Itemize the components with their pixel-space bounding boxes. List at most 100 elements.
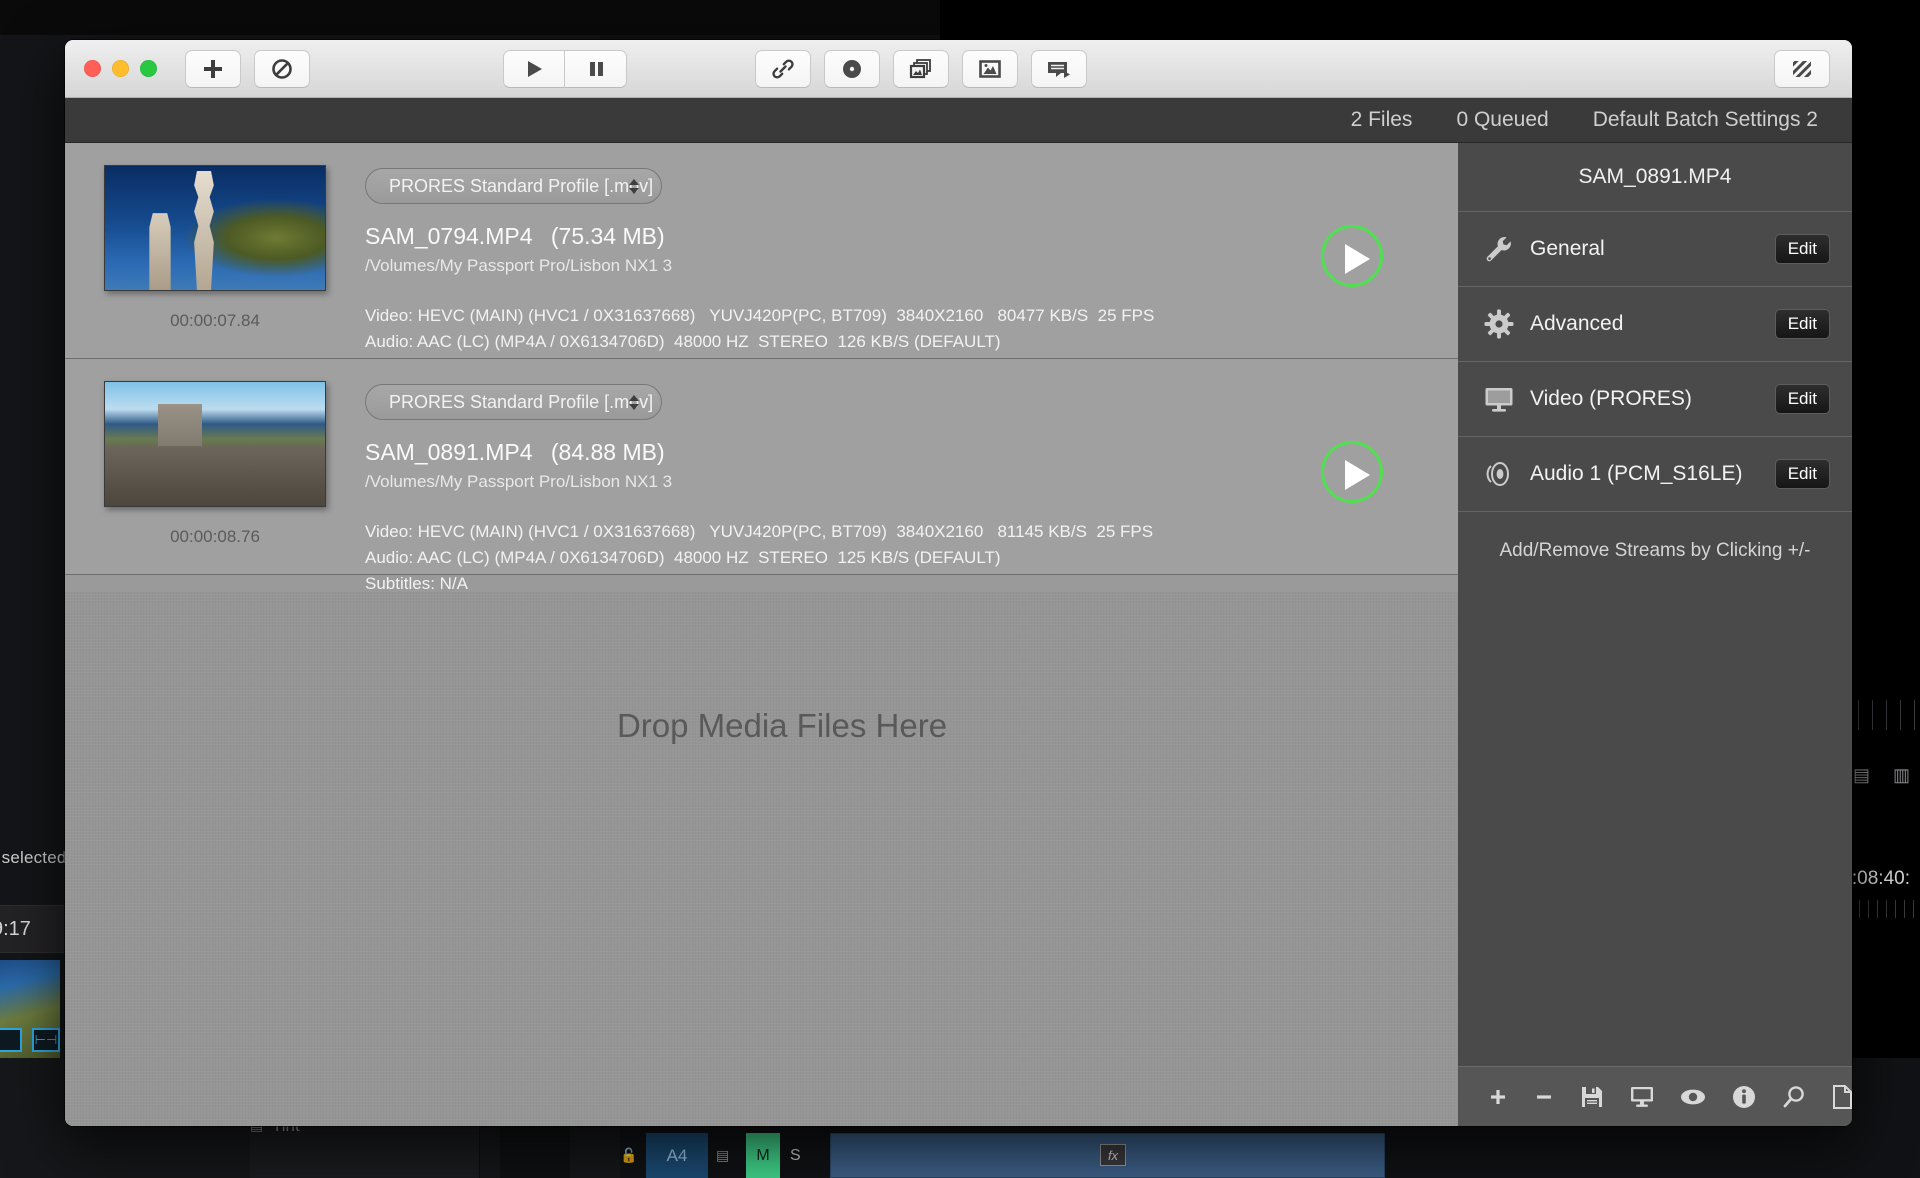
disc-button[interactable]	[824, 50, 880, 88]
picture-icon	[978, 57, 1002, 81]
traffic-lights	[84, 60, 157, 77]
track-type-icon: ▤	[716, 1147, 729, 1164]
preview-monitor-button[interactable]	[1630, 1085, 1654, 1108]
close-button[interactable]	[84, 60, 101, 77]
disc-icon	[840, 57, 864, 81]
backdrop-selection-text: s selected	[0, 848, 67, 868]
file-size: (84.88 MB)	[551, 439, 665, 465]
window-body: 00:00:07.84 PRORES Standard Profile [.mo…	[65, 143, 1852, 1126]
transport-controls	[503, 50, 627, 88]
profile-value: PRORES Standard Profile [.mov]	[389, 392, 653, 413]
stream-hint-text: Add/Remove Streams by Clicking +/-	[1458, 511, 1852, 590]
minus-icon	[1534, 1087, 1554, 1107]
file-count-label: 2 Files	[1351, 108, 1413, 132]
lock-icon: 🔓	[620, 1147, 637, 1164]
drop-zone[interactable]: Drop Media Files Here	[65, 592, 1499, 1126]
snapshot-button[interactable]	[962, 50, 1018, 88]
video-stream-info: Video: HEVC (MAIN) (HVC1 / 0X31637668) Y…	[365, 303, 1321, 329]
settings-sidebar: SAM_0891.MP4 General Edit	[1458, 143, 1852, 1126]
preview-play-button[interactable]	[1321, 225, 1383, 287]
queued-count-label: 0 Queued	[1456, 108, 1548, 132]
plus-icon	[202, 58, 224, 80]
duration-label: 00:00:07.84	[170, 311, 260, 331]
subtitle-button[interactable]	[1031, 50, 1087, 88]
minimize-button[interactable]	[112, 60, 129, 77]
converter-window: 2 Files 0 Queued Default Batch Settings …	[65, 40, 1852, 1126]
file-metadata: Video: HEVC (MAIN) (HVC1 / 0X31637668) Y…	[365, 519, 1321, 597]
batch-settings-label[interactable]: Default Batch Settings 2	[1593, 108, 1818, 132]
file-size: (75.34 MB)	[551, 223, 665, 249]
file-row[interactable]: 00:00:08.76 PRORES Standard Profile [.mo…	[65, 359, 1458, 575]
plus-icon	[1488, 1087, 1508, 1107]
add-file-button[interactable]	[185, 50, 241, 88]
document-icon	[1832, 1085, 1852, 1109]
edit-button-video[interactable]: Edit	[1775, 384, 1830, 414]
file-info: PRORES Standard Profile [.mov] SAM_0891.…	[365, 359, 1321, 597]
palace-thumbnail	[104, 165, 326, 291]
sidebar-item-video[interactable]: Video (PRORES) Edit	[1458, 361, 1852, 436]
edit-button-advanced[interactable]: Edit	[1775, 309, 1830, 339]
sidebar-title: SAM_0891.MP4	[1458, 143, 1852, 211]
gear-icon	[1484, 309, 1530, 339]
save-preset-button[interactable]	[1580, 1085, 1604, 1109]
sidebar-item-label: Video (PRORES)	[1530, 387, 1775, 411]
backdrop-waveform-icon	[32, 1028, 60, 1052]
preview-button[interactable]	[1680, 1087, 1706, 1107]
thumbnail-area: 00:00:07.84	[65, 143, 365, 331]
file-name: SAM_0794.MP4	[365, 223, 532, 249]
magnifier-icon	[1782, 1085, 1806, 1109]
prohibited-icon	[271, 58, 293, 80]
video-stream-info: Video: HEVC (MAIN) (HVC1 / 0X31637668) Y…	[365, 519, 1321, 545]
tool-buttons	[755, 50, 1087, 88]
start-button[interactable]	[503, 50, 565, 88]
edit-button-audio[interactable]: Edit	[1775, 459, 1830, 489]
add-stream-button[interactable]	[1488, 1087, 1508, 1107]
pause-button[interactable]	[565, 50, 627, 88]
diagonal-stripes-icon	[1790, 57, 1814, 81]
sidebar-item-label: Audio 1 (PCM_S16LE)	[1530, 462, 1775, 486]
wrench-icon	[1484, 234, 1530, 264]
castle-thumbnail	[104, 381, 326, 507]
info-button[interactable]	[1732, 1085, 1756, 1109]
audio-disc-icon	[1484, 459, 1530, 489]
remove-stream-button[interactable]	[1534, 1087, 1554, 1107]
profile-value: PRORES Standard Profile [.mov]	[389, 176, 653, 197]
speech-bubble-icon	[1046, 57, 1072, 81]
drop-zone-label: Drop Media Files Here	[617, 707, 947, 745]
file-row[interactable]: 00:00:07.84 PRORES Standard Profile [.mo…	[65, 143, 1458, 359]
sidebar-item-audio[interactable]: Audio 1 (PCM_S16LE) Edit	[1458, 436, 1852, 511]
file-path: /Volumes/My Passport Pro/Lisbon NX1 3	[365, 472, 1321, 492]
chevron-updown-icon	[629, 395, 639, 410]
info-icon	[1732, 1085, 1756, 1109]
monitor-icon	[1630, 1085, 1654, 1108]
profile-select[interactable]: PRORES Standard Profile [.mov]	[365, 384, 662, 420]
sidebar-toolbar	[1458, 1066, 1852, 1126]
stripes-button-wrap	[1774, 50, 1830, 88]
stripes-button[interactable]	[1774, 50, 1830, 88]
file-path: /Volumes/My Passport Pro/Lisbon NX1 3	[365, 256, 1321, 276]
sidebar-item-label: Advanced	[1530, 312, 1775, 336]
window-titlebar	[65, 40, 1852, 98]
audio-stream-info: Audio: AAC (LC) (MP4A / 0X6134706D) 4800…	[365, 545, 1321, 571]
batch-button[interactable]	[893, 50, 949, 88]
duration-label: 00:00:08.76	[170, 527, 260, 547]
remove-file-button[interactable]	[254, 50, 310, 88]
audio-stream-info: Audio: AAC (LC) (MP4A / 0X6134706D) 4800…	[365, 329, 1321, 355]
image-stack-icon	[909, 57, 933, 81]
backdrop-panel-icon-2: ▥	[1893, 765, 1910, 786]
join-button[interactable]	[755, 50, 811, 88]
pause-icon	[586, 59, 606, 79]
sidebar-item-general[interactable]: General Edit	[1458, 211, 1852, 286]
preview-play-button[interactable]	[1321, 441, 1383, 503]
edit-button-general[interactable]: Edit	[1775, 234, 1830, 264]
file-name-row: SAM_0891.MP4 (84.88 MB)	[365, 439, 1321, 466]
inspect-button[interactable]	[1782, 1085, 1806, 1109]
profile-select[interactable]: PRORES Standard Profile [.mov]	[365, 168, 662, 204]
backdrop-track-mute: M	[746, 1133, 780, 1178]
link-icon	[771, 57, 795, 81]
zoom-button[interactable]	[140, 60, 157, 77]
sidebar-item-advanced[interactable]: Advanced Edit	[1458, 286, 1852, 361]
file-name: SAM_0891.MP4	[365, 439, 532, 465]
log-button[interactable]	[1832, 1085, 1852, 1109]
backdrop-top-bar	[0, 0, 940, 35]
